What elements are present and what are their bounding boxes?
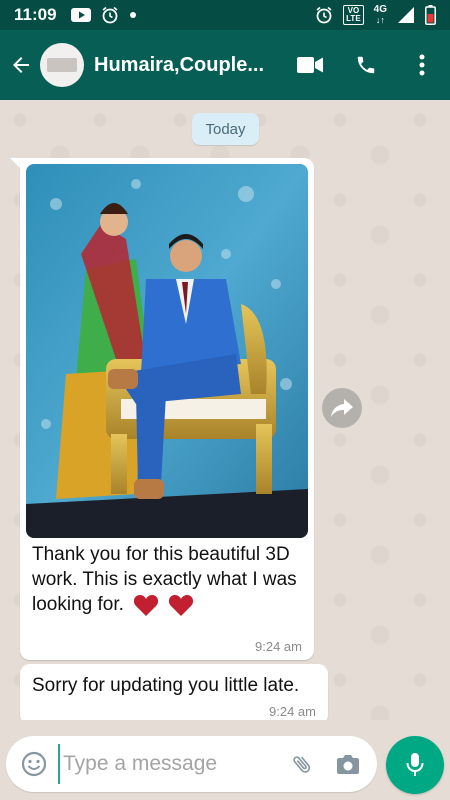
alarm-icon — [315, 6, 333, 24]
forward-button[interactable] — [322, 388, 362, 428]
more-options-button[interactable] — [394, 37, 450, 93]
text-message-bubble[interactable]: Sorry for updating you little late. 9:24… — [20, 664, 328, 720]
mic-button[interactable] — [386, 736, 444, 794]
message-photo[interactable] — [26, 164, 308, 538]
more-options-icon — [419, 54, 425, 76]
volte-indicator: VO LTE — [343, 5, 364, 25]
volte-bottom-label: LTE — [346, 14, 361, 23]
video-call-button[interactable] — [282, 37, 338, 93]
back-button[interactable] — [2, 30, 40, 100]
chat-header: Humaira,Couple... — [0, 30, 450, 100]
emoji-button[interactable] — [10, 736, 58, 792]
back-arrow-icon — [13, 57, 29, 73]
signal-icon — [397, 6, 415, 24]
camera-button[interactable] — [325, 736, 371, 792]
avatar[interactable] — [40, 43, 84, 87]
youtube-icon — [70, 8, 91, 22]
video-call-icon — [297, 57, 323, 73]
attach-icon — [293, 756, 311, 773]
image-message-bubble[interactable]: Thank you for this beautiful 3D work. Th… — [20, 158, 314, 660]
message-input[interactable] — [58, 744, 258, 784]
mic-icon — [406, 753, 424, 776]
chat-title[interactable]: Humaira,Couple... — [94, 54, 274, 77]
date-chip: Today — [192, 113, 259, 145]
voice-call-button[interactable] — [338, 37, 394, 93]
battery-icon — [425, 5, 436, 25]
red-heart-emoji — [168, 593, 194, 617]
notification-dot-icon — [129, 11, 137, 19]
chat-area[interactable]: Today Thank you for this beautiful 3D wo… — [0, 100, 450, 720]
network-type: 4G ↓↑ — [373, 4, 387, 26]
avatar-image — [47, 58, 77, 72]
message-text: Thank you for this beautiful 3D work. Th… — [32, 542, 304, 617]
message-text: Sorry for updating you little late. — [32, 675, 300, 696]
message-time: 9:24 am — [269, 704, 316, 719]
emoji-icon — [21, 751, 47, 777]
message-time: 9:24 am — [255, 639, 302, 654]
network-label: 4G — [373, 4, 387, 15]
message-composer — [6, 736, 377, 792]
red-heart-emoji — [133, 593, 159, 617]
status-time: 11:09 — [14, 5, 57, 24]
camera-icon — [337, 755, 359, 774]
attach-button[interactable] — [279, 736, 325, 792]
phone-call-icon — [357, 56, 375, 74]
forward-icon — [331, 399, 353, 417]
message-text-content: Thank you for this beautiful 3D work. Th… — [32, 544, 297, 615]
status-bar: 11:09 VO LTE 4G ↓↑ — [0, 0, 450, 30]
alarm-icon — [101, 6, 119, 24]
